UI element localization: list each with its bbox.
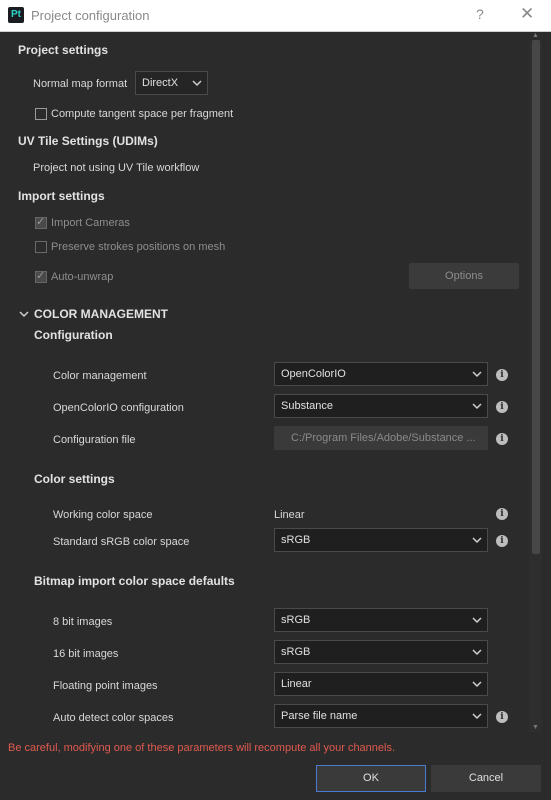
compute-tangent-checkbox[interactable] bbox=[35, 108, 47, 120]
scroll-down-arrow-icon[interactable]: ▼ bbox=[532, 724, 539, 731]
scroll-up-arrow-icon[interactable]: ▲ bbox=[532, 32, 539, 39]
import-cameras-label: Import Cameras bbox=[51, 217, 130, 229]
working-color-space-value: Linear bbox=[274, 509, 305, 521]
cancel-button[interactable]: Cancel bbox=[431, 765, 541, 792]
checkmark-icon: ✓ bbox=[36, 216, 46, 228]
checkmark-icon: ✓ bbox=[36, 270, 46, 282]
ocio-configuration-select[interactable]: Substance bbox=[274, 394, 488, 418]
chevron-down-icon bbox=[472, 681, 482, 688]
normal-map-format-value: DirectX bbox=[142, 77, 179, 89]
preserve-strokes-checkbox[interactable] bbox=[35, 241, 47, 253]
8bit-images-value: sRGB bbox=[281, 614, 311, 626]
color-management-heading[interactable]: COLOR MANAGEMENT bbox=[34, 307, 168, 321]
auto-detect-value: Parse file name bbox=[281, 710, 358, 722]
16bit-images-value: sRGB bbox=[281, 646, 311, 658]
chevron-down-icon bbox=[472, 371, 482, 378]
collapse-chevron-icon[interactable] bbox=[18, 308, 30, 320]
normal-map-format-label: Normal map format bbox=[33, 78, 128, 90]
chevron-down-icon bbox=[472, 617, 482, 624]
info-icon[interactable]: i bbox=[496, 508, 508, 520]
auto-unwrap-checkbox[interactable]: ✓ bbox=[35, 270, 47, 283]
bitmap-import-heading: Bitmap import color space defaults bbox=[34, 574, 235, 588]
8bit-images-label: 8 bit images bbox=[53, 616, 113, 628]
floating-point-images-select[interactable]: Linear bbox=[274, 672, 488, 696]
app-logo-icon: Pt bbox=[8, 7, 24, 23]
help-button[interactable]: ? bbox=[476, 6, 484, 22]
configuration-file-label: Configuration file bbox=[53, 434, 136, 446]
chevron-down-icon bbox=[472, 649, 482, 656]
warning-message: Be careful, modifying one of these param… bbox=[8, 742, 396, 754]
16bit-images-select[interactable]: sRGB bbox=[274, 640, 488, 664]
auto-detect-select[interactable]: Parse file name bbox=[274, 704, 488, 728]
import-settings-heading: Import settings bbox=[18, 189, 105, 203]
chevron-down-icon bbox=[472, 537, 482, 544]
color-settings-heading: Color settings bbox=[34, 472, 115, 486]
configuration-file-value: C:/Program Files/Adobe/Substance ... bbox=[291, 432, 476, 444]
info-icon[interactable]: i bbox=[496, 433, 508, 445]
color-management-select[interactable]: OpenColorIO bbox=[274, 362, 488, 386]
16bit-images-label: 16 bit images bbox=[53, 648, 119, 660]
info-icon[interactable]: i bbox=[496, 401, 508, 413]
standard-srgb-select[interactable]: sRGB bbox=[274, 528, 488, 552]
chevron-down-icon bbox=[472, 403, 482, 410]
uv-tile-status: Project not using UV Tile workflow bbox=[33, 162, 200, 174]
standard-srgb-value: sRGB bbox=[281, 534, 311, 546]
window-title: Project configuration bbox=[31, 8, 150, 23]
color-management-value: OpenColorIO bbox=[281, 368, 346, 380]
auto-detect-label: Auto detect color spaces bbox=[53, 712, 174, 724]
dialog-footer: Be careful, modifying one of these param… bbox=[0, 732, 551, 800]
options-button[interactable]: Options bbox=[409, 263, 519, 289]
title-bar: Pt Project configuration ? ✕ bbox=[0, 0, 551, 32]
ok-button[interactable]: OK bbox=[316, 765, 426, 792]
info-icon[interactable]: i bbox=[496, 369, 508, 381]
uv-tile-heading: UV Tile Settings (UDIMs) bbox=[18, 134, 158, 148]
preserve-strokes-label: Preserve strokes positions on mesh bbox=[51, 241, 226, 253]
ocio-configuration-label: OpenColorIO configuration bbox=[53, 402, 184, 414]
project-settings-heading: Project settings bbox=[18, 43, 109, 57]
floating-point-images-label: Floating point images bbox=[53, 680, 158, 692]
close-button[interactable]: ✕ bbox=[520, 4, 534, 24]
floating-point-images-value: Linear bbox=[281, 678, 312, 690]
chevron-down-icon bbox=[472, 713, 482, 720]
auto-unwrap-label: Auto-unwrap bbox=[51, 271, 114, 283]
color-management-label: Color management bbox=[53, 370, 147, 382]
8bit-images-select[interactable]: sRGB bbox=[274, 608, 488, 632]
settings-panel: Project settings Normal map format Direc… bbox=[0, 32, 528, 732]
chevron-down-icon bbox=[192, 80, 202, 87]
configuration-file-field[interactable]: C:/Program Files/Adobe/Substance ... bbox=[274, 426, 488, 450]
info-icon[interactable]: i bbox=[496, 711, 508, 723]
configuration-heading: Configuration bbox=[34, 328, 113, 342]
info-icon[interactable]: i bbox=[496, 535, 508, 547]
scrollbar-thumb[interactable] bbox=[532, 40, 540, 554]
working-color-space-label: Working color space bbox=[53, 509, 153, 521]
import-cameras-checkbox[interactable]: ✓ bbox=[35, 216, 47, 229]
normal-map-format-select[interactable]: DirectX bbox=[135, 71, 208, 95]
compute-tangent-label: Compute tangent space per fragment bbox=[51, 108, 234, 120]
standard-srgb-label: Standard sRGB color space bbox=[53, 536, 190, 548]
ocio-configuration-value: Substance bbox=[281, 400, 333, 412]
